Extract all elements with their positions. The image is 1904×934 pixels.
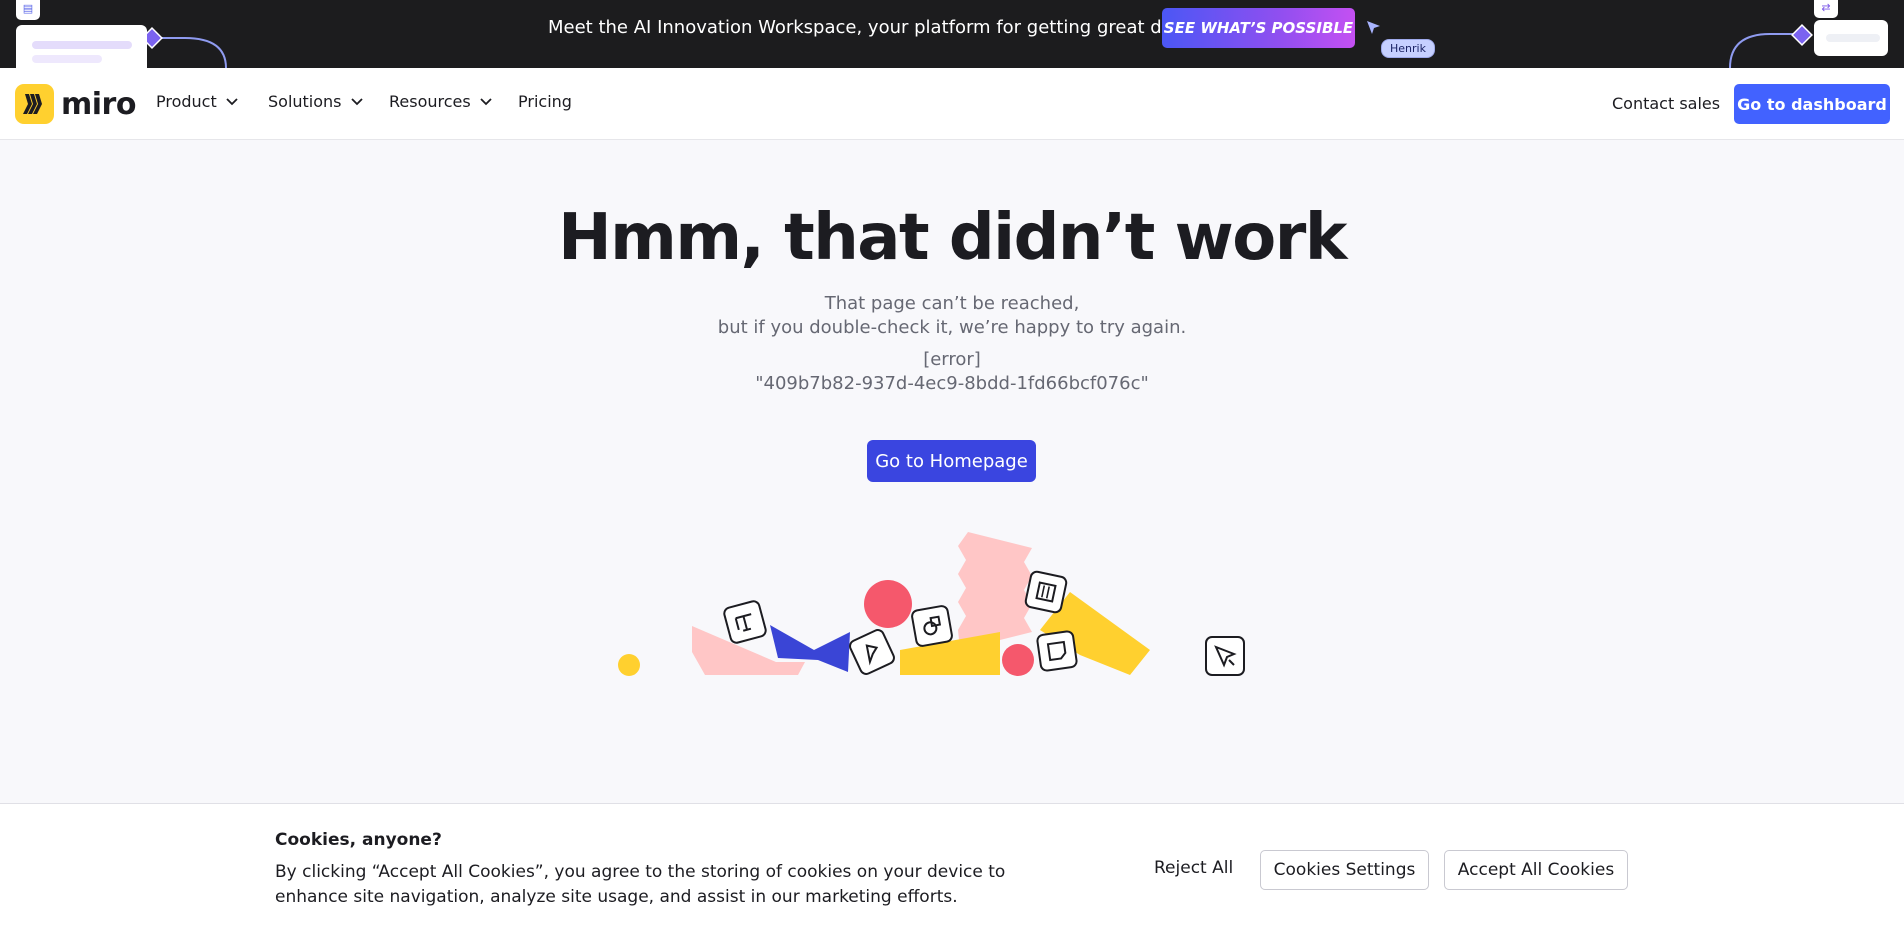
nav-resources-label: Resources <box>389 92 471 111</box>
cursor-select-icon <box>1205 636 1245 676</box>
error-id: "409b7b82-937d-4ec9-8bdd-1fd66bcf076c" <box>755 373 1149 394</box>
miro-logo-icon <box>15 84 54 124</box>
nav-pricing-label: Pricing <box>518 92 572 111</box>
chevron-down-icon <box>226 97 238 105</box>
miro-logo[interactable]: miro <box>15 84 136 124</box>
nav-product-label: Product <box>156 92 217 111</box>
error-details: [error] "409b7b82-937d-4ec9-8bdd-1fd66bc… <box>0 348 1904 396</box>
promo-banner: ▤ ⇄ Meet the AI Innovation Workspace, yo… <box>0 0 1904 68</box>
decorative-card <box>16 25 147 68</box>
cursor-name-tag: Henrik <box>1381 39 1435 58</box>
nav-resources[interactable]: Resources <box>389 92 492 111</box>
nav-solutions-label: Solutions <box>268 92 342 111</box>
cookie-body: By clicking “Accept All Cookies”, you ag… <box>275 862 1006 907</box>
error-description-line: That page can’t be reached, <box>824 293 1080 314</box>
nav-solutions[interactable]: Solutions <box>268 92 363 111</box>
reject-all-button[interactable]: Reject All <box>1154 858 1233 878</box>
decorative-card <box>1814 20 1888 56</box>
error-headline: Hmm, that didn’t work <box>558 201 1347 275</box>
swap-icon: ⇄ <box>1814 0 1838 18</box>
sticky-note-icon <box>1036 630 1078 672</box>
go-to-dashboard-button[interactable]: Go to dashboard <box>1734 84 1890 124</box>
top-navigation: miro Product Solutions Resources Pricing… <box>0 68 1904 140</box>
chevron-down-icon <box>350 97 363 105</box>
logo-text: miro <box>61 86 136 122</box>
see-whats-possible-button[interactable]: SEE WHAT’S POSSIBLE <box>1162 8 1355 48</box>
pen-tool-icon <box>849 629 895 675</box>
document-icon: ▤ <box>16 0 40 20</box>
shapes-tool-icon <box>911 605 953 647</box>
yellow-dot-shape <box>618 654 640 676</box>
red-circle-shape <box>864 580 912 628</box>
nav-pricing[interactable]: Pricing <box>518 92 572 111</box>
chevron-down-icon <box>480 97 492 105</box>
cursor-pointer-icon <box>1367 21 1380 34</box>
text-tool-icon <box>723 600 767 644</box>
error-illustration <box>618 532 1245 676</box>
red-circle-shape <box>1002 644 1034 676</box>
cookie-banner: Cookies, anyone? By clicking “Accept All… <box>0 803 1904 934</box>
contact-sales-link[interactable]: Contact sales <box>1612 94 1720 113</box>
banner-text: Meet the AI Innovation Workspace, your p… <box>548 17 1201 38</box>
pink-wave-shape <box>958 532 1032 650</box>
cookies-settings-button[interactable]: Cookies Settings <box>1260 850 1429 890</box>
error-label: [error] <box>923 349 981 370</box>
frame-tool-icon <box>1024 570 1068 614</box>
nav-product[interactable]: Product <box>156 92 238 111</box>
go-to-homepage-button[interactable]: Go to Homepage <box>867 440 1036 482</box>
error-description-line: but if you double-check it, we’re happy … <box>717 317 1187 338</box>
error-description: That page can’t be reached, but if you d… <box>0 292 1904 340</box>
accept-all-cookies-button[interactable]: Accept All Cookies <box>1444 850 1628 890</box>
cookie-title: Cookies, anyone? <box>275 830 442 850</box>
